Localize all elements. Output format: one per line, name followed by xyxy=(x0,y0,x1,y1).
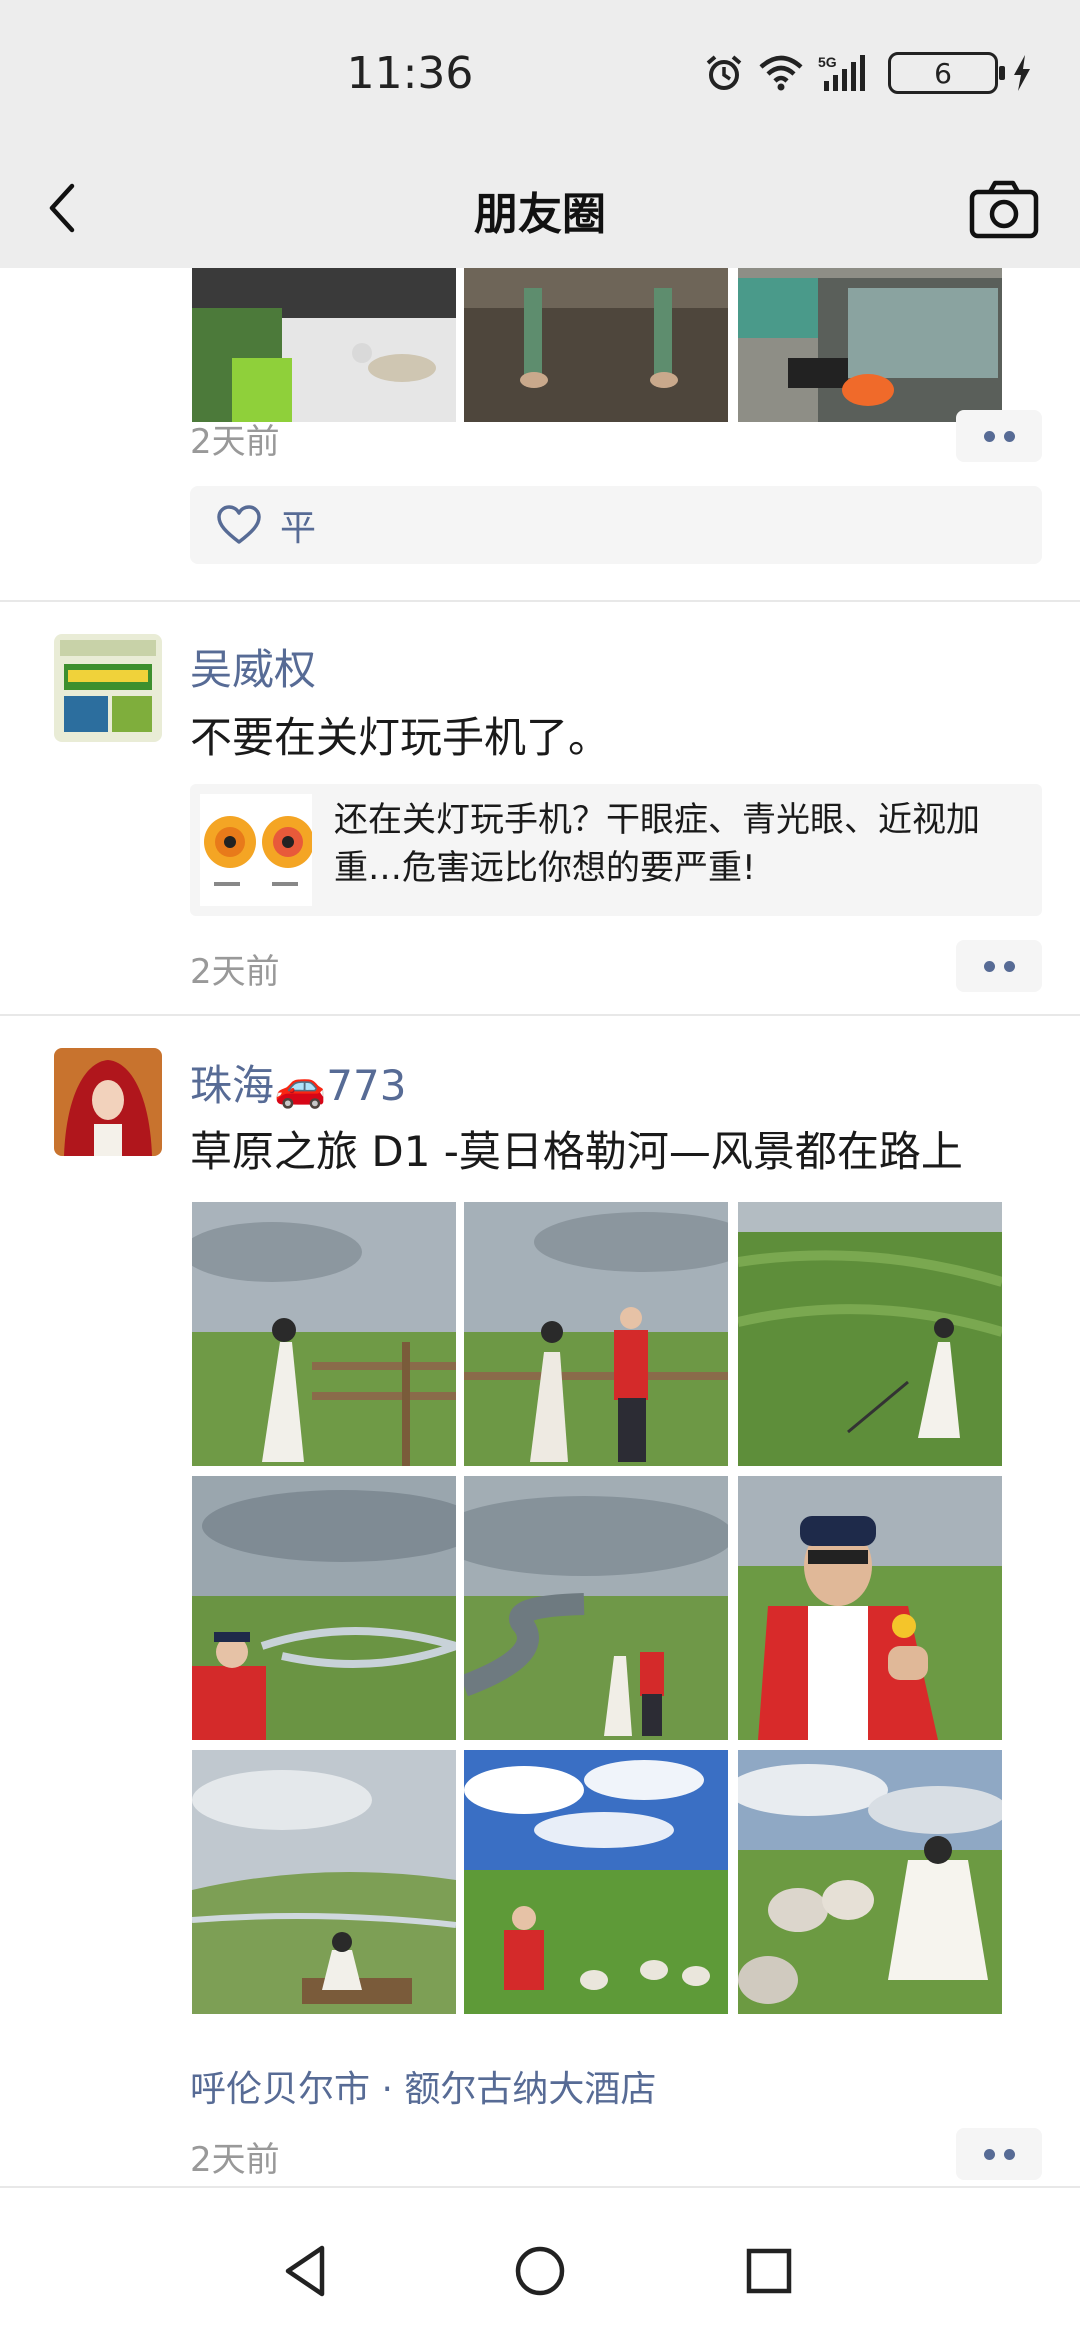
post-photo[interactable] xyxy=(464,1750,728,2014)
dot-icon xyxy=(983,960,995,972)
post-time: 2天前 xyxy=(190,952,280,992)
post-photo[interactable] xyxy=(464,268,728,422)
post-options-button[interactable] xyxy=(956,940,1042,992)
battery-indicator: 6 xyxy=(888,52,1005,94)
likes-box: 平 xyxy=(190,486,1042,564)
post-photo[interactable] xyxy=(738,1476,1002,1740)
post-photo[interactable] xyxy=(464,1476,728,1740)
dot-icon xyxy=(1003,2148,1015,2160)
camera-icon[interactable] xyxy=(964,174,1044,244)
post-photo[interactable] xyxy=(738,1750,1002,2014)
post-photo[interactable] xyxy=(738,1202,1002,1466)
status-bar: 11:36 5G 6 xyxy=(0,0,1080,150)
post-photo[interactable] xyxy=(192,1476,456,1740)
post-photo[interactable] xyxy=(192,1750,456,2014)
post-location[interactable]: 呼伦贝尔市 · 额尔古纳大酒店 xyxy=(190,2060,656,2112)
post-photo[interactable] xyxy=(738,268,1002,422)
nav-home-icon[interactable] xyxy=(505,2236,575,2306)
nav-recents-icon[interactable] xyxy=(734,2236,804,2306)
post-options-button[interactable] xyxy=(956,410,1042,462)
post-divider xyxy=(0,2186,1080,2188)
post-author[interactable]: 珠海🚗773 xyxy=(190,1052,406,1113)
post-photo[interactable] xyxy=(192,1202,456,1466)
post-photo[interactable] xyxy=(192,268,456,422)
dot-icon xyxy=(1003,430,1015,442)
dot-icon xyxy=(983,2148,995,2160)
alarm-icon xyxy=(706,55,742,90)
system-nav-bar xyxy=(0,2200,1080,2340)
heart-icon xyxy=(217,505,261,544)
liker-name[interactable]: 平 xyxy=(280,499,316,551)
page-title: 朋友圈 xyxy=(474,189,606,240)
status-time: 11:36 xyxy=(346,48,474,99)
post-text: 不要在关灯玩手机了。 xyxy=(190,713,611,762)
title-bar: 朋友圈 xyxy=(0,150,1080,268)
dot-icon xyxy=(983,430,995,442)
wifi-icon xyxy=(759,55,803,91)
avatar[interactable] xyxy=(54,634,162,742)
dot-icon xyxy=(1003,960,1015,972)
network-type-label: 5G xyxy=(818,54,837,70)
post-divider xyxy=(0,600,1080,602)
charging-icon xyxy=(1014,55,1030,91)
post-author[interactable]: 吴威权 xyxy=(190,636,316,697)
avatar[interactable] xyxy=(54,1048,162,1156)
post-time: 2天前 xyxy=(190,2140,280,2180)
post-options-button[interactable] xyxy=(956,2128,1042,2180)
post-text: 草原之旅 D1 -莫日格勒河—风景都在路上 xyxy=(190,1127,963,1176)
nav-back-icon[interactable] xyxy=(272,2236,342,2306)
link-thumbnail xyxy=(200,794,312,906)
post-photo[interactable] xyxy=(464,1202,728,1466)
link-title: 还在关灯玩手机？干眼症、青光眼、近视加重…危害远比你想的要严重! xyxy=(334,800,980,888)
signal-icon: 5G xyxy=(818,54,865,91)
link-card[interactable]: 还在关灯玩手机？干眼症、青光眼、近视加重…危害远比你想的要严重! xyxy=(190,784,1042,916)
post-time: 2天前 xyxy=(190,422,280,462)
post-divider xyxy=(0,1014,1080,1016)
moments-feed[interactable]: 2天前 平 吴威权 不要在关灯玩手机了。 还在关灯玩手机？干眼症、青光眼、近视加… xyxy=(0,268,1080,2200)
status-icons: 5G 6 xyxy=(704,52,1032,94)
